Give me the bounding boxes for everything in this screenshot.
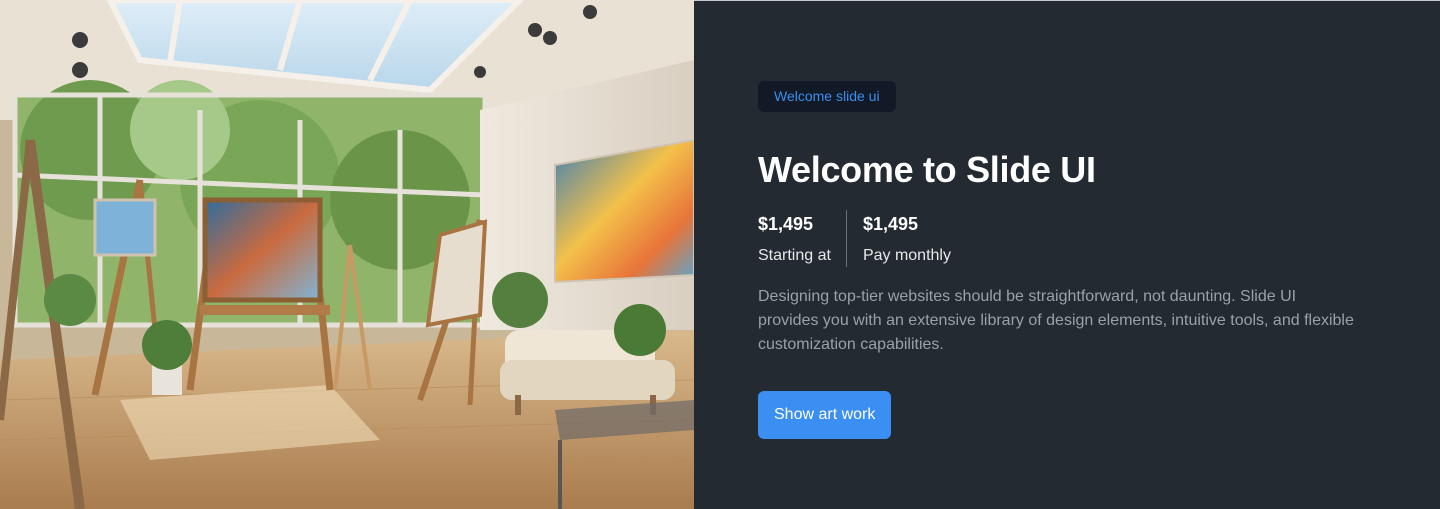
price-amount: $1,495 <box>862 214 918 234</box>
welcome-badge: Welcome slide ui <box>758 81 896 112</box>
price-label: Starting at <box>758 247 831 264</box>
price-starting: $1,495 Starting at <box>758 210 847 267</box>
hero-content: Welcome slide ui Welcome to Slide UI $1,… <box>758 81 1378 439</box>
content-panel: Welcome slide ui Welcome to Slide UI $1,… <box>694 0 1440 509</box>
price-monthly: $1,495 Pay monthly <box>847 210 951 267</box>
price-amount: $1,495 <box>758 214 814 234</box>
page-title: Welcome to Slide UI <box>758 149 1096 190</box>
pricing-row: $1,495 Starting at $1,495 Pay monthly <box>758 210 1378 267</box>
price-label: Pay monthly <box>862 247 951 264</box>
hero-description: Designing top-tier websites should be st… <box>758 288 1354 353</box>
show-art-work-button[interactable]: Show art work <box>758 391 892 439</box>
hero-section: Welcome slide ui Welcome to Slide UI $1,… <box>0 0 1440 509</box>
art-studio-image <box>0 0 694 509</box>
art-studio-illustration <box>0 0 694 509</box>
